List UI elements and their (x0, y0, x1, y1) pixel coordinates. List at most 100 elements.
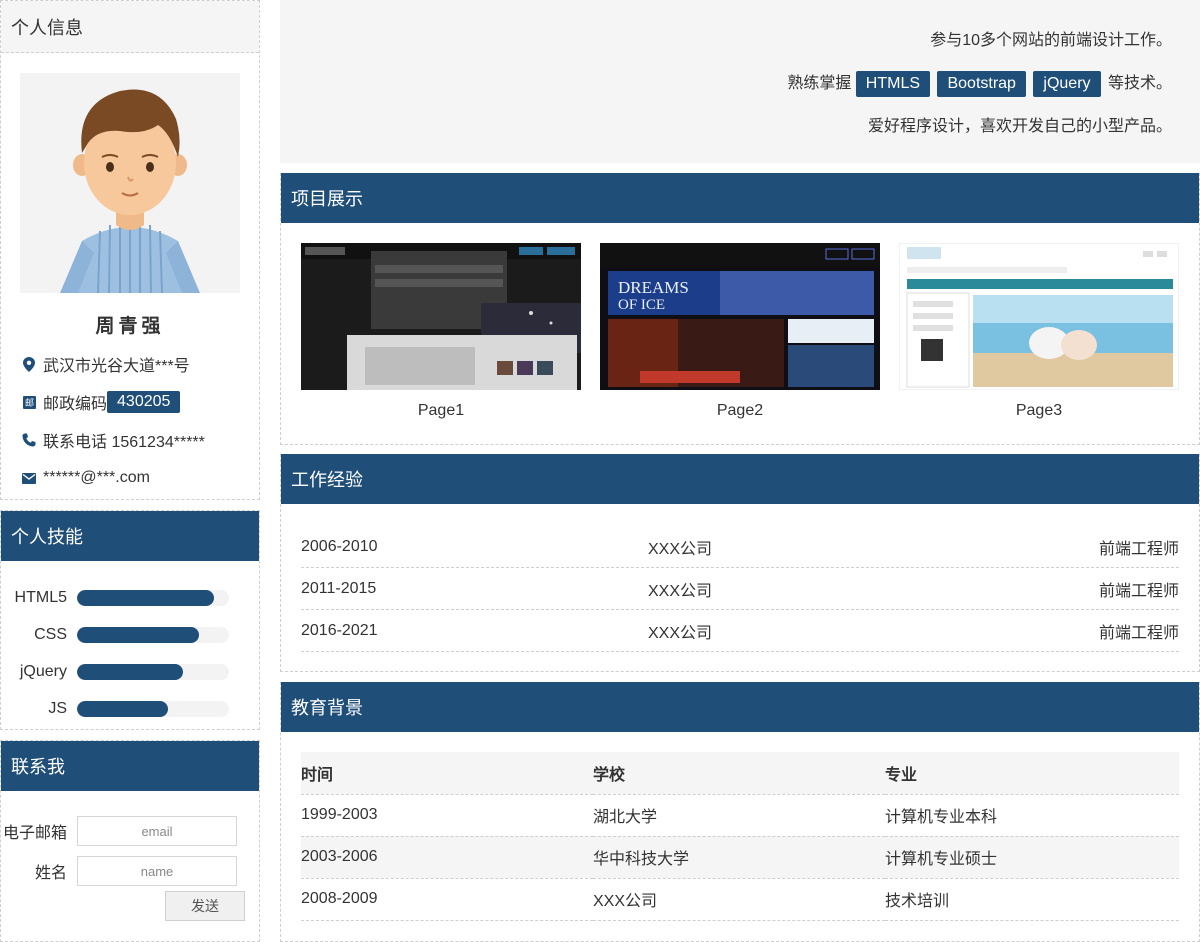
mail-icon (21, 470, 37, 486)
svg-text:DREAMS: DREAMS (618, 278, 689, 297)
education-school: 华中科技大学 (593, 836, 885, 879)
postal-label: 邮政编码 (43, 396, 108, 413)
email-row: ******@***.com (21, 469, 259, 487)
education-header-school: 学校 (593, 752, 885, 795)
intro-line-3: 爱好程序设计，喜欢开发自己的小型产品。 (867, 118, 1172, 135)
work-period: 2006-2010 (301, 537, 378, 555)
avatar (20, 73, 240, 293)
projects-section: 项目展示 Page1 DREAMS OF ICE Page2 Page3 (280, 173, 1200, 445)
skill-tag-jquery: jQuery (1033, 71, 1101, 97)
send-button[interactable]: 发送 (165, 891, 245, 921)
phone-text: 联系电话 1561234***** (43, 434, 205, 451)
project-label-2: Page2 (716, 402, 764, 419)
skill-tag-bootstrap: Bootstrap (937, 71, 1026, 97)
email-field[interactable] (77, 816, 237, 846)
work-company: XXX公司 (647, 624, 713, 642)
location-pin-icon (21, 356, 37, 372)
education-header-period: 时间 (301, 752, 593, 795)
svg-text:OF ICE: OF ICE (618, 297, 665, 313)
project-card-3[interactable]: Page3 (899, 243, 1179, 420)
education-period: 2003-2006 (301, 836, 593, 879)
skill-row: JS (1, 690, 259, 727)
work-section: 工作经验 2006-2010 XXX公司 前端工程师 2011-2015 XXX公司 前端… (280, 454, 1200, 672)
skill-bar-track (77, 663, 229, 680)
email-field-label: 电子邮箱 (2, 825, 67, 842)
email-text: ******@***.com (43, 469, 150, 486)
education-table: 时间 学校 专业 1999-2003 湖北大学 计算机专业本科 2003-2006 华中… (301, 752, 1179, 921)
profile-panel: 个人信息 周青强 武汉市光谷大道***号 邮 邮政编码 430205 联系电话 … (0, 0, 260, 500)
project-list: Page1 DREAMS OF ICE Page2 Page3 (281, 223, 1199, 420)
education-major: 计算机专业硕士 (885, 836, 1179, 879)
name-field[interactable] (77, 856, 237, 886)
skill-row: jQuery (1, 653, 259, 690)
work-period: 2016-2021 (301, 621, 378, 639)
avatar-illustration (60, 89, 200, 293)
intro-line-2: 熟练掌握 HTMLS Bootstrap jQuery 等技术。 (280, 71, 1172, 97)
phone-icon (21, 432, 37, 448)
education-header-major: 专业 (885, 752, 1179, 795)
address-text: 武汉市光谷大道***号 (43, 358, 190, 375)
work-company: XXX公司 (647, 582, 713, 600)
skill-bar-track (77, 700, 229, 717)
project-thumbnail-2[interactable]: DREAMS OF ICE (600, 243, 880, 390)
postal-icon: 邮 (21, 394, 37, 410)
email-form-row: 电子邮箱 (1, 811, 259, 851)
contact-title: 联系我 (1, 741, 259, 791)
work-period: 2011-2015 (301, 579, 377, 597)
skill-name: JS (48, 699, 67, 717)
skill-bar-fill (77, 663, 184, 680)
postal-row: 邮 邮政编码 430205 (21, 390, 259, 414)
work-row: 2011-2015 XXX公司 前端工程师 (301, 568, 1179, 610)
profile-name: 周青强 (95, 316, 165, 337)
skill-row: HTML5 (1, 579, 259, 616)
education-period: 1999-2003 (301, 794, 593, 837)
work-list: 2006-2010 XXX公司 前端工程师 2011-2015 XXX公司 前端工程师 20… (281, 504, 1199, 652)
skill-bar-fill (77, 589, 214, 606)
work-row: 2016-2021 XXX公司 前端工程师 (301, 610, 1179, 652)
project-thumbnail-1[interactable] (301, 243, 581, 390)
phone-row: 联系电话 1561234***** (21, 428, 259, 452)
education-school: XXX公司 (593, 878, 885, 921)
contact-form: 电子邮箱 姓名 发送 (1, 791, 259, 921)
name-form-row: 姓名 (1, 851, 259, 891)
work-row: 2006-2010 XXX公司 前端工程师 (301, 526, 1179, 568)
right-column: 参与10多个网站的前端设计工作。 熟练掌握 HTMLS Bootstrap jQ… (280, 0, 1200, 942)
education-major: 计算机专业本科 (885, 794, 1179, 837)
skills-panel: 个人技能 HTML5 CSS jQuery JS (0, 510, 260, 730)
address-row: 武汉市光谷大道***号 (21, 352, 259, 376)
project-card-1[interactable]: Page1 (301, 243, 581, 420)
education-title: 教育背景 (281, 682, 1199, 732)
table-row: 1999-2003 湖北大学 计算机专业本科 (301, 794, 1179, 837)
profile-title: 个人信息 (1, 1, 259, 53)
skills-list: HTML5 CSS jQuery JS (1, 561, 259, 727)
skill-bar-track (77, 589, 229, 606)
education-header-row: 时间 学校 专业 (301, 752, 1179, 795)
project-thumbnail-3[interactable] (899, 243, 1179, 390)
postal-code-badge: 430205 (107, 391, 181, 413)
left-column: 个人信息 周青强 武汉市光谷大道***号 邮 邮政编码 430205 联系电话 … (0, 0, 260, 942)
skill-bar-track (77, 626, 229, 643)
work-company: XXX公司 (647, 540, 713, 558)
table-row: 2008-2009 XXX公司 技术培训 (301, 878, 1179, 921)
intro-line-1: 参与10多个网站的前端设计工作。 (930, 32, 1172, 49)
project-label-3: Page3 (1015, 402, 1063, 419)
projects-title: 项目展示 (281, 173, 1199, 223)
education-period: 2008-2009 (301, 878, 593, 921)
education-section: 教育背景 时间 学校 专业 1999-2003 湖北大学 计算机专业本科 2003-2… (280, 682, 1200, 942)
education-major: 技术培训 (885, 878, 1179, 921)
table-row: 2003-2006 华中科技大学 计算机专业硕士 (301, 836, 1179, 879)
contact-panel: 联系我 电子邮箱 姓名 发送 (0, 740, 260, 942)
name-field-label: 姓名 (34, 865, 67, 882)
project-card-2[interactable]: DREAMS OF ICE Page2 (600, 243, 880, 420)
skill-name: jQuery (19, 662, 67, 680)
education-school: 湖北大学 (593, 794, 885, 837)
work-role: 前端工程师 (1098, 624, 1179, 642)
skill-tag-htmls: HTMLS (855, 71, 931, 97)
intro-panel: 参与10多个网站的前端设计工作。 熟练掌握 HTMLS Bootstrap jQ… (280, 0, 1200, 163)
project-label-1: Page1 (417, 402, 465, 419)
skill-bar-fill (77, 626, 199, 643)
work-role: 前端工程师 (1098, 540, 1179, 558)
work-title: 工作经验 (281, 454, 1199, 504)
skills-title: 个人技能 (1, 511, 259, 561)
skill-bar-fill (77, 700, 169, 717)
